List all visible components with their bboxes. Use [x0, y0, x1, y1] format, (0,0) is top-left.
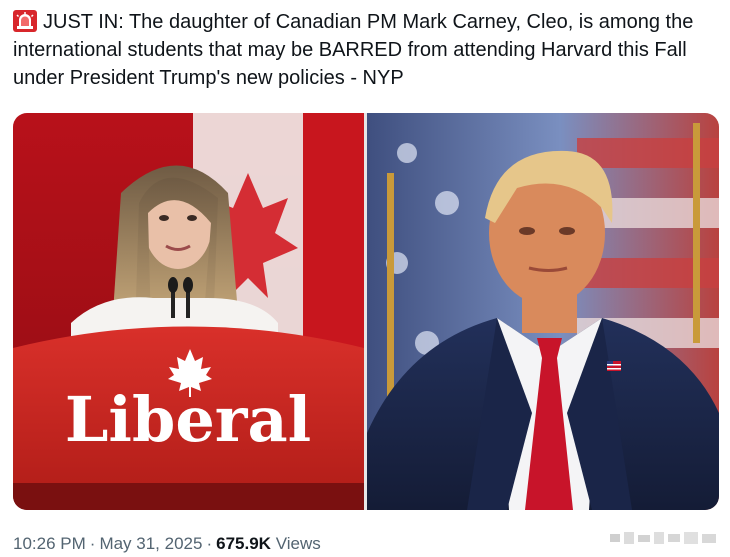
meta-separator: · [89, 534, 96, 553]
tweet-body: JUST IN: The daughter of Canadian PM Mar… [13, 11, 694, 89]
tweet-text: JUST IN: The daughter of Canadian PM Mar… [13, 8, 718, 92]
tweet-time[interactable]: 10:26 PM [13, 534, 86, 553]
us-flag-pin-icon [607, 361, 621, 371]
podium-liberal-text: Liberal [65, 383, 311, 456]
tweet-media[interactable]: Liberal [13, 113, 719, 510]
views-count: 675.9K [216, 534, 271, 553]
photo-trump[interactable] [367, 113, 719, 510]
watermark-icon [610, 532, 716, 544]
tweet-date[interactable]: May 31, 2025 [99, 534, 202, 553]
tweet-meta: 10:26 PM · May 31, 2025 · 675.9K Views [13, 533, 321, 555]
views-label: Views [275, 534, 321, 553]
rotating-light-icon [13, 10, 37, 32]
meta-separator-2: · [206, 534, 213, 553]
photo-liberal-podium[interactable]: Liberal [13, 113, 364, 510]
